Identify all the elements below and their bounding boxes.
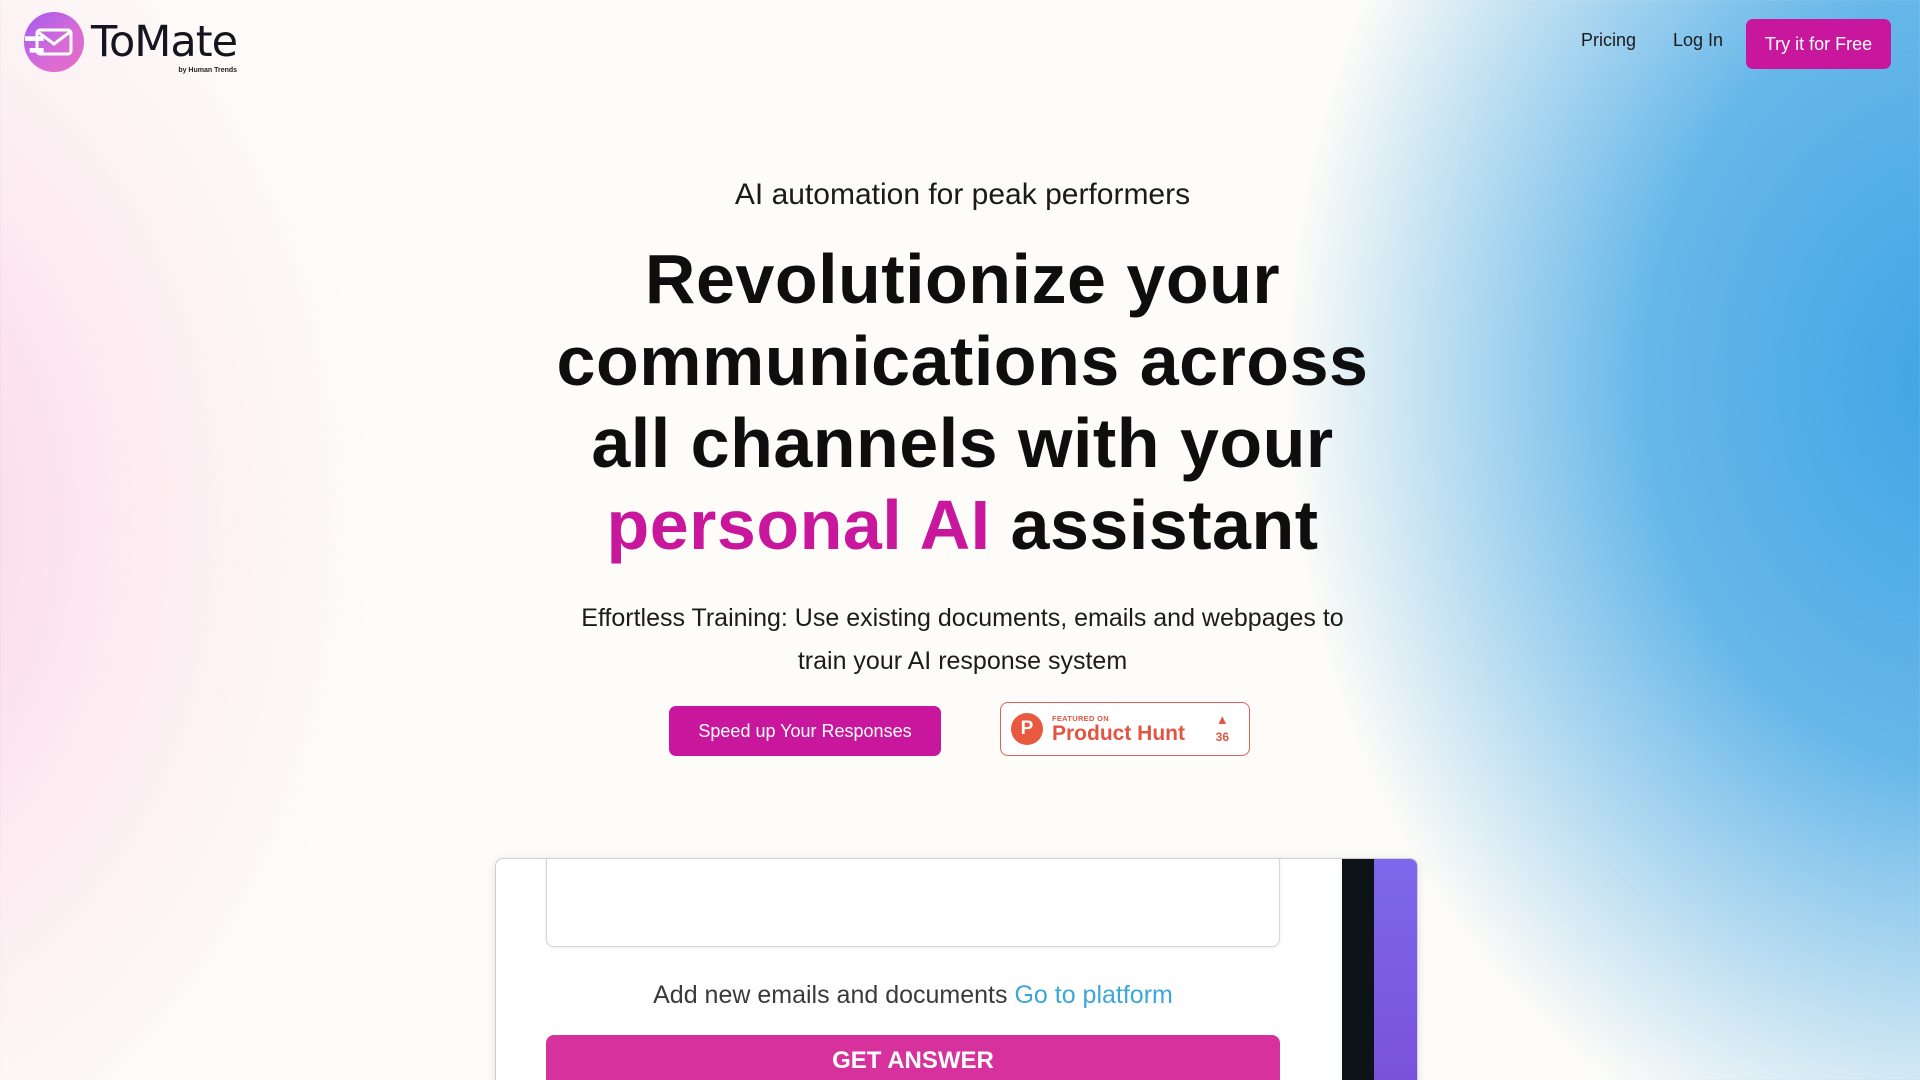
- demo-caption-text: Add new emails and documents: [653, 981, 1008, 1009]
- hero-eyebrow: AI automation for peak performers: [734, 178, 1191, 211]
- product-hunt-badge[interactable]: P FEATURED ON Product Hunt ▲ 36: [1000, 702, 1250, 756]
- nav-link-pricing[interactable]: Pricing: [1581, 30, 1636, 51]
- demo-side-panel-purple: [1374, 859, 1417, 1080]
- get-answer-button[interactable]: GET ANSWER: [546, 1035, 1280, 1080]
- ph-upvote: ▲ 36: [1215, 712, 1229, 745]
- top-navbar: ToMate by Human Trends Pricing Log In Tr…: [0, 0, 1920, 86]
- product-hunt-icon: P: [1011, 713, 1043, 745]
- envelope-icon: [24, 12, 84, 72]
- demo-caption: Add new emails and documents Go to platf…: [546, 981, 1280, 1010]
- nav-link-login[interactable]: Log In: [1673, 30, 1723, 51]
- headline-text: Revolutionize your communications across…: [556, 240, 1369, 482]
- ph-name: Product Hunt: [1052, 721, 1185, 745]
- hero-subtext: Effortless Training: Use existing docume…: [581, 604, 1344, 675]
- speed-up-button[interactable]: Speed up Your Responses: [669, 706, 941, 756]
- try-free-button[interactable]: Try it for Free: [1746, 19, 1891, 69]
- brand-tagline: by Human Trends: [178, 67, 238, 74]
- demo-side-panel-dark: [1342, 859, 1374, 1080]
- demo-text-area[interactable]: [546, 859, 1280, 947]
- triangle-up-icon: ▲: [1215, 712, 1229, 727]
- brand-name: ToMate: [91, 17, 238, 67]
- demo-preview-card: Add new emails and documents Go to platf…: [495, 858, 1418, 1080]
- ph-upvote-count: 36: [1215, 730, 1229, 744]
- headline-text-end: assistant: [1010, 486, 1319, 564]
- hero-headline: Revolutionize your communications across…: [520, 238, 1405, 566]
- brand-logo[interactable]: ToMate by Human Trends: [24, 12, 238, 74]
- go-to-platform-link[interactable]: Go to platform: [1014, 981, 1172, 1009]
- headline-accent: personal AI: [606, 486, 991, 564]
